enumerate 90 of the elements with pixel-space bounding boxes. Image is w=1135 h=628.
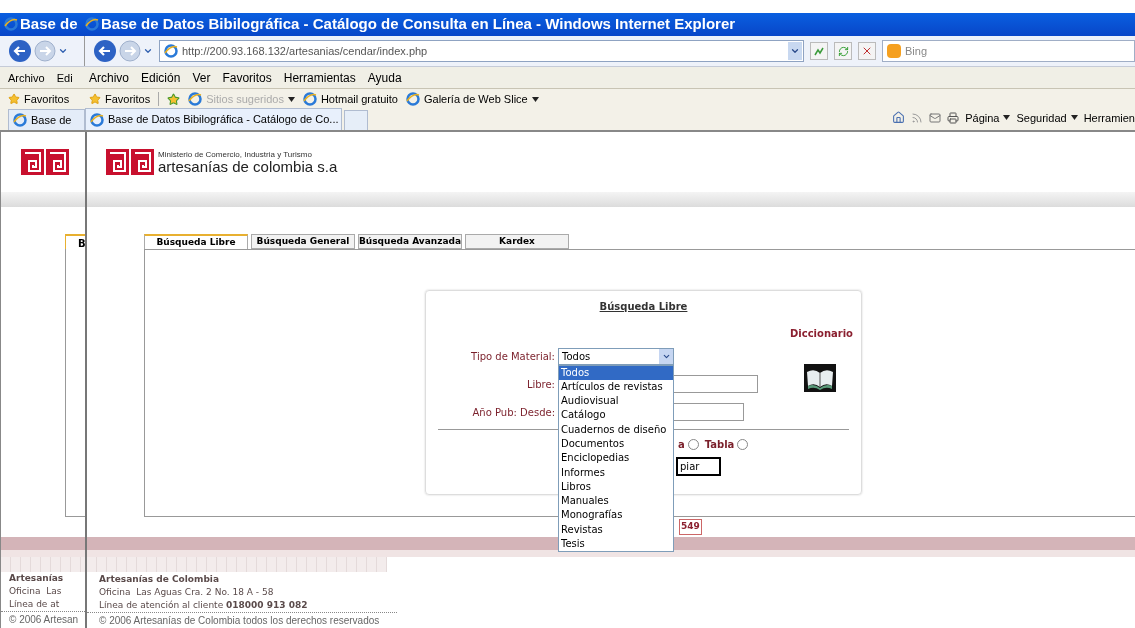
favorites-button[interactable]: Favoritos xyxy=(89,90,151,108)
command-menu[interactable]: Página xyxy=(965,109,1011,126)
print-icon[interactable] xyxy=(947,111,960,124)
add-favorite-icon[interactable] xyxy=(167,92,181,106)
footer-name: Artesanías xyxy=(9,572,65,585)
address-field[interactable]: http://200.93.168.132/artesanias/cendar/index.php xyxy=(159,40,804,62)
dropdown-option[interactable]: Catálogo xyxy=(559,408,673,423)
command-menu[interactable]: Herramien xyxy=(1083,109,1135,126)
browser-icon xyxy=(188,92,203,107)
dropdown-option[interactable]: Monografías xyxy=(559,508,673,523)
refresh-icon[interactable] xyxy=(834,42,852,60)
menu-item[interactable]: Ver xyxy=(192,68,211,87)
browser-icon xyxy=(302,92,317,107)
browser-icon xyxy=(4,17,18,32)
footer-address: Oficina Las xyxy=(9,585,63,598)
dropdown-option[interactable]: Cuadernos de diseño xyxy=(559,422,673,437)
search-tab[interactable]: Búsqueda General xyxy=(251,234,355,249)
dropdown-option[interactable]: Artículos de revistas xyxy=(559,379,673,395)
dropdown-option[interactable]: Libros xyxy=(559,479,673,495)
back-button[interactable] xyxy=(93,39,117,63)
search-tab[interactable]: Kardex xyxy=(465,234,569,249)
radio-button[interactable] xyxy=(737,439,749,450)
menu-item[interactable]: Archivo xyxy=(89,68,129,87)
menu-item[interactable]: Favoritos xyxy=(222,68,272,87)
stop-icon[interactable] xyxy=(858,42,876,60)
menu-item[interactable]: Herramientas xyxy=(283,68,356,87)
search-tab[interactable]: B xyxy=(65,234,85,249)
browser-tab[interactable]: Base de xyxy=(8,109,85,130)
history-dropdown-icon[interactable] xyxy=(143,46,153,56)
ministry-name: Ministerio de Comercio, Industria y Turismo xyxy=(158,150,313,159)
back-button[interactable] xyxy=(8,39,32,63)
radio-label: a xyxy=(678,438,685,452)
card-title: Búsqueda Libre xyxy=(599,300,688,314)
field-label: Tipo de Material: xyxy=(470,349,556,364)
search-engine-icon xyxy=(887,44,901,58)
book-icon[interactable] xyxy=(804,364,836,392)
material-select[interactable]: Todos xyxy=(558,347,674,365)
radio-label: Tabla xyxy=(704,438,735,452)
footer-phone: Línea de atención al cliente 018000 913 082 xyxy=(99,598,309,612)
favorites-button[interactable]: Favoritos xyxy=(24,90,70,108)
browser-icon xyxy=(90,112,104,127)
home-icon[interactable] xyxy=(892,111,906,125)
dropdown-option[interactable]: Todos xyxy=(559,365,673,380)
dropdown-option[interactable]: Enciclopedias xyxy=(559,451,673,466)
address-dropdown-icon[interactable] xyxy=(788,42,802,60)
star-icon xyxy=(89,93,101,106)
logo-icon xyxy=(21,149,69,175)
favorites-icon[interactable] xyxy=(8,93,20,106)
dropdown-option[interactable]: Documentos xyxy=(559,437,673,452)
favorite-link[interactable]: Hotmail gratuito xyxy=(302,90,398,108)
copyright: © 2006 Artesan xyxy=(8,613,80,627)
favorite-link[interactable]: Galería de Web Slice xyxy=(405,90,539,108)
search-field[interactable]: Bing xyxy=(882,40,1135,62)
field-label: Libre: xyxy=(525,377,556,392)
footer-phone: Línea de at xyxy=(9,598,61,611)
search-input[interactable]: Bing xyxy=(905,42,1055,60)
radio-button[interactable] xyxy=(687,439,699,450)
field-label: Año Pub: Desde: xyxy=(471,405,556,420)
menu-item[interactable]: Edición xyxy=(141,68,181,87)
new-tab-button[interactable] xyxy=(344,110,368,130)
browser-icon xyxy=(164,44,178,58)
mail-icon[interactable] xyxy=(929,111,942,124)
dropdown-option[interactable]: Audiovisual xyxy=(559,394,673,409)
visit-counter: 549 xyxy=(679,519,702,535)
window-title: Base de xyxy=(20,14,78,34)
history-dropdown-icon[interactable] xyxy=(58,46,68,56)
footer-address: Oficina Las Aguas Cra. 2 No. 18 A - 58 xyxy=(99,585,275,599)
browser-tab[interactable]: Base de Datos Bibilográfica - Catálogo de Co... xyxy=(85,108,342,130)
menu-item[interactable]: Edi xyxy=(56,69,73,87)
menu-item[interactable]: Archivo xyxy=(8,69,45,87)
browser-icon xyxy=(405,92,420,107)
logo-icon xyxy=(106,149,154,175)
window-title: Base de Datos Bibilográfica - Catálogo de Consulta en Línea - Windows Internet Explorer xyxy=(101,14,736,34)
browser-icon xyxy=(13,113,27,127)
footer-name: Artesanías de Colombia xyxy=(99,572,220,586)
feeds-icon[interactable] xyxy=(911,111,924,124)
dropdown-option[interactable]: Informes xyxy=(559,465,673,480)
brand-name: artesanías de colombia s.a xyxy=(158,158,338,174)
browser-icon xyxy=(85,17,99,32)
dropdown-option[interactable]: Revistas xyxy=(559,522,673,538)
clear-button[interactable]: piar xyxy=(676,457,721,476)
search-tab[interactable]: Búsqueda Avanzada xyxy=(358,234,462,249)
command-menu[interactable]: Seguridad xyxy=(1016,109,1078,126)
search-tab[interactable]: Búsqueda Libre xyxy=(144,234,248,249)
dictionary-link[interactable]: Diccionario xyxy=(790,326,853,341)
dropdown-option[interactable]: Tesis xyxy=(559,537,673,552)
compatibility-icon[interactable] xyxy=(810,42,828,60)
copyright: © 2006 Artesanías de Colombia todos los derechos reservados xyxy=(98,614,381,628)
menu-item[interactable]: Ayuda xyxy=(367,68,402,87)
dropdown-option[interactable]: Manuales xyxy=(559,494,673,509)
